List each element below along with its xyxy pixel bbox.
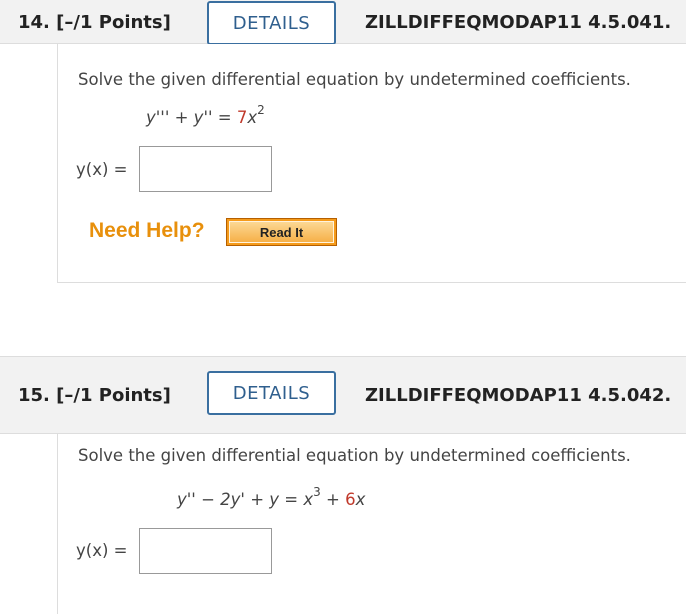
question-14-title: 14. [–/1 Points] [18, 12, 171, 33]
question-14-prompt: Solve the given differential equation by… [78, 70, 631, 89]
question-15-equation: y'' − 2y' + y = x3 + 6x [177, 485, 366, 509]
question-15-code: ZILLDIFFEQMODAP11 4.5.042. [365, 385, 672, 406]
question-14-body: Solve the given differential equation by… [57, 44, 686, 282]
answer-input-15[interactable] [139, 528, 272, 574]
read-it-button[interactable]: Read It [226, 218, 337, 246]
details-button-15[interactable]: DETAILS [207, 371, 336, 415]
answer-label-15: y(x) = [76, 541, 128, 560]
question-14-divider [57, 282, 686, 283]
question-15-title: 15. [–/1 Points] [18, 385, 171, 406]
question-15-prompt: Solve the given differential equation by… [78, 446, 631, 465]
question-14-code: ZILLDIFFEQMODAP11 4.5.041. [365, 12, 672, 33]
answer-input-14[interactable] [139, 146, 272, 192]
question-15-header: 15. [–/1 Points] DETAILS ZILLDIFFEQMODAP… [0, 356, 686, 434]
question-14-header: 14. [–/1 Points] DETAILS ZILLDIFFEQMODAP… [0, 0, 686, 45]
need-help-label: Need Help? [89, 219, 205, 242]
details-button-14[interactable]: DETAILS [207, 1, 336, 45]
question-14-equation: y''' + y'' = 7x2 [146, 103, 265, 127]
question-15-body: Solve the given differential equation by… [57, 434, 686, 614]
answer-label-14: y(x) = [76, 160, 128, 179]
